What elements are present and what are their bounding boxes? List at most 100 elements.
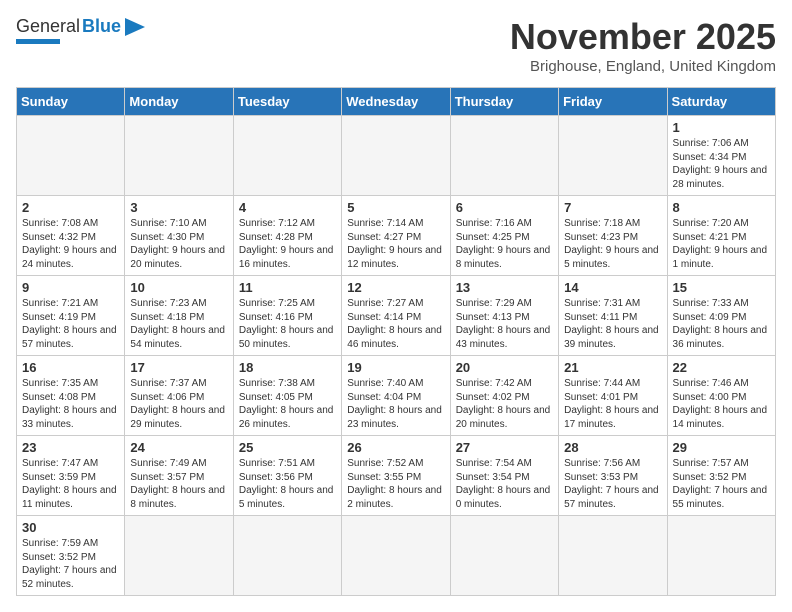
day-info: Sunrise: 7:18 AM Sunset: 4:23 PM Dayligh… <box>564 217 661 271</box>
day-number: 8 <box>673 200 770 215</box>
calendar-cell: 23 Sunrise: 7:47 AM Sunset: 3:59 PM Dayli… <box>17 436 125 516</box>
calendar-cell: 14 Sunrise: 7:31 AM Sunset: 4:11 PM Dayli… <box>559 276 667 356</box>
calendar-cell <box>233 116 341 196</box>
day-info: Sunrise: 7:33 AM Sunset: 4:09 PM Dayligh… <box>673 297 770 351</box>
month-title: November 2025 <box>510 16 776 58</box>
calendar-header-wednesday: Wednesday <box>342 88 450 116</box>
logo-general-text: General <box>16 16 80 37</box>
calendar-cell: 29 Sunrise: 7:57 AM Sunset: 3:52 PM Dayli… <box>667 436 775 516</box>
day-info: Sunrise: 7:06 AM Sunset: 4:34 PM Dayligh… <box>673 137 770 191</box>
calendar-cell: 21 Sunrise: 7:44 AM Sunset: 4:01 PM Dayli… <box>559 356 667 436</box>
calendar-cell: 2 Sunrise: 7:08 AM Sunset: 4:32 PM Daylig… <box>17 196 125 276</box>
day-info: Sunrise: 7:31 AM Sunset: 4:11 PM Dayligh… <box>564 297 661 351</box>
calendar-cell: 11Sunrise: 7:25 AM Sunset: 4:16 PM Dayli… <box>233 276 341 356</box>
calendar-header-row: SundayMondayTuesdayWednesdayThursdayFrid… <box>17 88 776 116</box>
day-info: Sunrise: 7:47 AM Sunset: 3:59 PM Dayligh… <box>22 457 119 511</box>
logo: General Blue <box>16 16 145 44</box>
day-number: 22 <box>673 360 770 375</box>
calendar-week-row: 2 Sunrise: 7:08 AM Sunset: 4:32 PM Daylig… <box>17 196 776 276</box>
calendar-cell: 15 Sunrise: 7:33 AM Sunset: 4:09 PM Dayli… <box>667 276 775 356</box>
day-info: Sunrise: 7:12 AM Sunset: 4:28 PM Dayligh… <box>239 217 336 271</box>
calendar-cell <box>125 516 233 596</box>
day-info: Sunrise: 7:46 AM Sunset: 4:00 PM Dayligh… <box>673 377 770 431</box>
calendar-header-tuesday: Tuesday <box>233 88 341 116</box>
day-info: Sunrise: 7:51 AM Sunset: 3:56 PM Dayligh… <box>239 457 336 511</box>
calendar-cell: 25 Sunrise: 7:51 AM Sunset: 3:56 PM Dayli… <box>233 436 341 516</box>
day-number: 12 <box>347 280 444 295</box>
day-info: Sunrise: 7:37 AM Sunset: 4:06 PM Dayligh… <box>130 377 227 431</box>
day-info: Sunrise: 7:21 AM Sunset: 4:19 PM Dayligh… <box>22 297 119 351</box>
day-info: Sunrise: 7:54 AM Sunset: 3:54 PM Dayligh… <box>456 457 553 511</box>
day-info: Sunrise: 7:14 AM Sunset: 4:27 PM Dayligh… <box>347 217 444 271</box>
logo-underline <box>16 39 60 44</box>
day-number: 18 <box>239 360 336 375</box>
day-number: 29 <box>673 440 770 455</box>
day-number: 2 <box>22 200 119 215</box>
day-number: 23 <box>22 440 119 455</box>
calendar-cell <box>342 516 450 596</box>
calendar-cell <box>233 516 341 596</box>
day-number: 30 <box>22 520 119 535</box>
day-info: Sunrise: 7:38 AM Sunset: 4:05 PM Dayligh… <box>239 377 336 431</box>
day-info: Sunrise: 7:08 AM Sunset: 4:32 PM Dayligh… <box>22 217 119 271</box>
calendar-week-row: 9 Sunrise: 7:21 AM Sunset: 4:19 PM Daylig… <box>17 276 776 356</box>
calendar-cell: 1 Sunrise: 7:06 AM Sunset: 4:34 PM Daylig… <box>667 116 775 196</box>
calendar-cell: 8Sunrise: 7:20 AM Sunset: 4:21 PM Daylig… <box>667 196 775 276</box>
calendar-cell: 10 Sunrise: 7:23 AM Sunset: 4:18 PM Dayli… <box>125 276 233 356</box>
calendar-header-saturday: Saturday <box>667 88 775 116</box>
day-info: Sunrise: 7:57 AM Sunset: 3:52 PM Dayligh… <box>673 457 770 511</box>
day-number: 14 <box>564 280 661 295</box>
day-info: Sunrise: 7:35 AM Sunset: 4:08 PM Dayligh… <box>22 377 119 431</box>
calendar-cell: 22 Sunrise: 7:46 AM Sunset: 4:00 PM Dayli… <box>667 356 775 436</box>
calendar-cell: 19 Sunrise: 7:40 AM Sunset: 4:04 PM Dayli… <box>342 356 450 436</box>
calendar-cell: 5Sunrise: 7:14 AM Sunset: 4:27 PM Daylig… <box>342 196 450 276</box>
calendar-cell: 4Sunrise: 7:12 AM Sunset: 4:28 PM Daylig… <box>233 196 341 276</box>
calendar-week-row: 23 Sunrise: 7:47 AM Sunset: 3:59 PM Dayli… <box>17 436 776 516</box>
day-number: 21 <box>564 360 661 375</box>
day-number: 19 <box>347 360 444 375</box>
calendar-cell: 13Sunrise: 7:29 AM Sunset: 4:13 PM Dayli… <box>450 276 558 356</box>
day-info: Sunrise: 7:10 AM Sunset: 4:30 PM Dayligh… <box>130 217 227 271</box>
calendar-cell <box>450 116 558 196</box>
calendar-cell <box>559 116 667 196</box>
day-number: 15 <box>673 280 770 295</box>
calendar-week-row: 1 Sunrise: 7:06 AM Sunset: 4:34 PM Daylig… <box>17 116 776 196</box>
calendar-cell: 30Sunrise: 7:59 AM Sunset: 3:52 PM Dayli… <box>17 516 125 596</box>
day-number: 1 <box>673 120 770 135</box>
calendar-cell <box>450 516 558 596</box>
day-number: 26 <box>347 440 444 455</box>
calendar-cell <box>125 116 233 196</box>
day-info: Sunrise: 7:42 AM Sunset: 4:02 PM Dayligh… <box>456 377 553 431</box>
day-number: 3 <box>130 200 227 215</box>
subtitle: Brighouse, England, United Kingdom <box>510 58 776 75</box>
calendar-cell: 18 Sunrise: 7:38 AM Sunset: 4:05 PM Dayli… <box>233 356 341 436</box>
calendar-header-thursday: Thursday <box>450 88 558 116</box>
day-number: 17 <box>130 360 227 375</box>
day-number: 10 <box>130 280 227 295</box>
day-number: 20 <box>456 360 553 375</box>
calendar-cell: 3 Sunrise: 7:10 AM Sunset: 4:30 PM Daylig… <box>125 196 233 276</box>
day-info: Sunrise: 7:52 AM Sunset: 3:55 PM Dayligh… <box>347 457 444 511</box>
calendar-cell: 24Sunrise: 7:49 AM Sunset: 3:57 PM Dayli… <box>125 436 233 516</box>
day-info: Sunrise: 7:40 AM Sunset: 4:04 PM Dayligh… <box>347 377 444 431</box>
day-number: 6 <box>456 200 553 215</box>
day-number: 9 <box>22 280 119 295</box>
logo-triangle-icon <box>123 18 145 36</box>
day-number: 16 <box>22 360 119 375</box>
day-number: 25 <box>239 440 336 455</box>
calendar-cell: 26 Sunrise: 7:52 AM Sunset: 3:55 PM Dayli… <box>342 436 450 516</box>
day-number: 27 <box>456 440 553 455</box>
calendar-cell <box>559 516 667 596</box>
day-info: Sunrise: 7:44 AM Sunset: 4:01 PM Dayligh… <box>564 377 661 431</box>
day-number: 7 <box>564 200 661 215</box>
logo-blue-text: Blue <box>82 16 121 37</box>
calendar-cell: 16 Sunrise: 7:35 AM Sunset: 4:08 PM Dayli… <box>17 356 125 436</box>
calendar-cell: 17 Sunrise: 7:37 AM Sunset: 4:06 PM Dayli… <box>125 356 233 436</box>
day-number: 11 <box>239 280 336 295</box>
calendar-cell: 28Sunrise: 7:56 AM Sunset: 3:53 PM Dayli… <box>559 436 667 516</box>
day-info: Sunrise: 7:23 AM Sunset: 4:18 PM Dayligh… <box>130 297 227 351</box>
calendar-table: SundayMondayTuesdayWednesdayThursdayFrid… <box>16 87 776 596</box>
calendar-cell: 9 Sunrise: 7:21 AM Sunset: 4:19 PM Daylig… <box>17 276 125 356</box>
calendar-cell: 6Sunrise: 7:16 AM Sunset: 4:25 PM Daylig… <box>450 196 558 276</box>
calendar-cell <box>17 116 125 196</box>
